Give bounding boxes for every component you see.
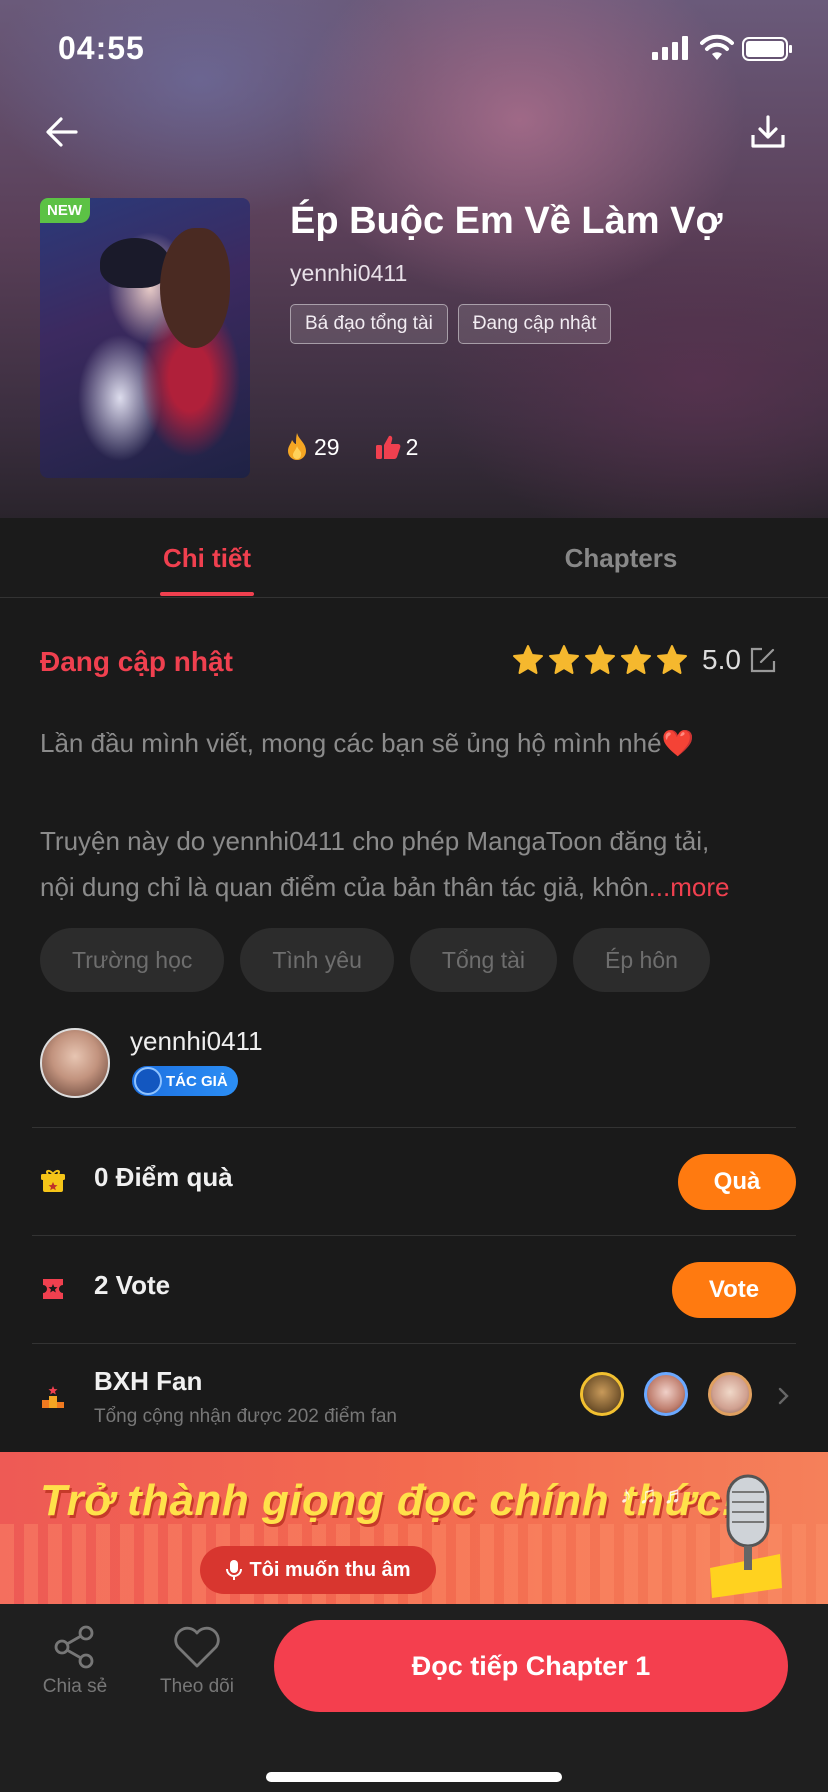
vote-button[interactable]: Vote <box>672 1262 796 1318</box>
description-body[interactable]: Truyện này do yennhi0411 cho phép MangaT… <box>40 818 800 910</box>
author-avatar[interactable] <box>40 1028 110 1098</box>
book-stats: 29 2 <box>284 432 452 462</box>
tag-chip[interactable]: Tình yêu <box>240 928 394 992</box>
tag-chip[interactable]: Trường học <box>40 928 225 992</box>
author-row[interactable]: yennhi0411 TÁC GIẢ <box>40 1026 800 1100</box>
follow-label: Theo dõi <box>160 1676 234 1697</box>
fire-icon <box>288 433 306 460</box>
status-time: 04:55 <box>58 30 145 66</box>
like-stat[interactable]: 2 <box>374 433 419 461</box>
back-arrow-icon <box>46 117 78 147</box>
author-badge: TÁC GIẢ <box>132 1066 238 1096</box>
cover-art-detail <box>160 228 230 348</box>
share-icon <box>54 1625 94 1669</box>
new-badge: NEW <box>40 198 90 223</box>
fire-stat: 29 <box>284 432 340 462</box>
fan-ranking-row[interactable]: BXH Fan Tổng cộng nhận được 202 điểm fan <box>32 1344 796 1450</box>
signal-icon <box>652 36 688 60</box>
rating[interactable]: 5.0 <box>512 644 777 676</box>
podium-icon <box>42 1386 64 1408</box>
genre-tag: Đang cập nhật <box>457 304 612 344</box>
ticket-icon <box>43 1279 63 1299</box>
tab-active-indicator <box>160 592 254 596</box>
back-button[interactable] <box>38 108 86 156</box>
fan-avatar <box>580 1372 624 1416</box>
description-line: Truyện này do yennhi0411 cho phép MangaT… <box>40 826 710 856</box>
description-line-text: nội dung chỉ là quan điểm của bản thân t… <box>40 872 649 902</box>
book-author[interactable]: yennhi0411 <box>290 260 407 287</box>
genre-tag[interactable]: Bá đạo tổng tài <box>290 304 448 344</box>
tag-chip[interactable]: Tổng tài <box>409 928 557 992</box>
book-cover[interactable] <box>40 198 250 478</box>
wifi-icon <box>700 34 734 60</box>
author-name: yennhi0411 <box>130 1026 263 1056</box>
gift-button[interactable]: Quà <box>678 1154 796 1210</box>
bottom-action-bar: Chia sẻ Theo dõi Đọc tiếp Chapter 1 <box>0 1604 828 1792</box>
tab-detail[interactable]: Chi tiết <box>0 518 414 598</box>
battery-icon <box>742 37 792 61</box>
star-icon <box>549 645 579 674</box>
edit-icon[interactable] <box>749 646 777 674</box>
fan-avatar <box>644 1372 688 1416</box>
home-indicator <box>266 1772 562 1782</box>
record-button-label: Tôi muốn thu âm <box>249 1558 411 1581</box>
star-icon <box>657 645 687 674</box>
gift-points-label: 0 Điểm quà <box>94 1162 233 1192</box>
tag-list: Trường học Tình yêu Tổng tài Ép hôn <box>40 928 710 992</box>
genre-tags: Bá đạo tổng tài Đang cập nhật <box>290 304 612 344</box>
vote-count-label: 2 Vote <box>94 1270 171 1300</box>
download-icon <box>751 115 785 148</box>
thumb-up-icon <box>375 435 400 459</box>
fan-ranking-subtitle: Tổng cộng nhận được 202 điểm fan <box>94 1406 397 1427</box>
fan-ranking-title: BXH Fan <box>94 1366 203 1396</box>
status-bar: 04:55 <box>0 0 828 100</box>
chevron-right-icon <box>778 1387 789 1405</box>
gift-row: 0 Điểm quà Quà <box>32 1128 796 1234</box>
fan-avatar <box>708 1372 752 1416</box>
star-icon <box>513 645 543 674</box>
tag-chip[interactable]: Ép hôn <box>573 928 710 992</box>
like-count: 2 <box>405 433 419 460</box>
heart-icon <box>174 1626 220 1668</box>
more-link[interactable]: ...more <box>649 872 730 902</box>
tab-chapters[interactable]: Chapters <box>414 518 828 598</box>
share-button[interactable]: Chia sẻ <box>20 1624 130 1698</box>
music-notes-icon: ♪ ♫ ♬ <box>620 1482 688 1509</box>
download-button[interactable] <box>744 108 792 156</box>
star-icon <box>585 645 615 674</box>
gift-icon <box>41 1170 65 1192</box>
voice-actor-banner[interactable]: Trở thành giọng đọc chính thức! ♪ ♫ ♬ Tô… <box>0 1452 828 1604</box>
tab-bar: Chi tiết Chapters <box>0 518 828 598</box>
fan-avatars <box>580 1372 752 1416</box>
share-label: Chia sẻ <box>42 1676 108 1697</box>
follow-button[interactable]: Theo dõi <box>142 1624 252 1698</box>
continue-reading-button[interactable]: Đọc tiếp Chapter 1 <box>274 1620 788 1712</box>
book-title: Ép Buộc Em Về Làm Vợ <box>290 200 723 242</box>
rating-value: 5.0 <box>702 644 741 675</box>
star-icon <box>621 645 651 674</box>
vote-row: 2 Vote Vote <box>32 1236 796 1342</box>
fire-count: 29 <box>314 433 340 460</box>
record-button[interactable]: Tôi muốn thu âm <box>200 1546 436 1594</box>
update-status: Đang cập nhật <box>40 646 233 677</box>
book-header: 04:55 NEW Ép Buộc Em Về Làm Vợ yennhi041… <box>0 0 828 518</box>
microphone-icon <box>226 1560 243 1580</box>
author-badge-label: TÁC GIẢ <box>166 1072 228 1090</box>
description-intro: Lần đầu mình viết, mong các bạn sẽ ủng h… <box>40 728 694 758</box>
microphone-icon <box>710 1474 782 1598</box>
author-badge-icon <box>134 1067 162 1095</box>
description-line: nội dung chỉ là quan điểm của bản thân t… <box>40 864 800 910</box>
